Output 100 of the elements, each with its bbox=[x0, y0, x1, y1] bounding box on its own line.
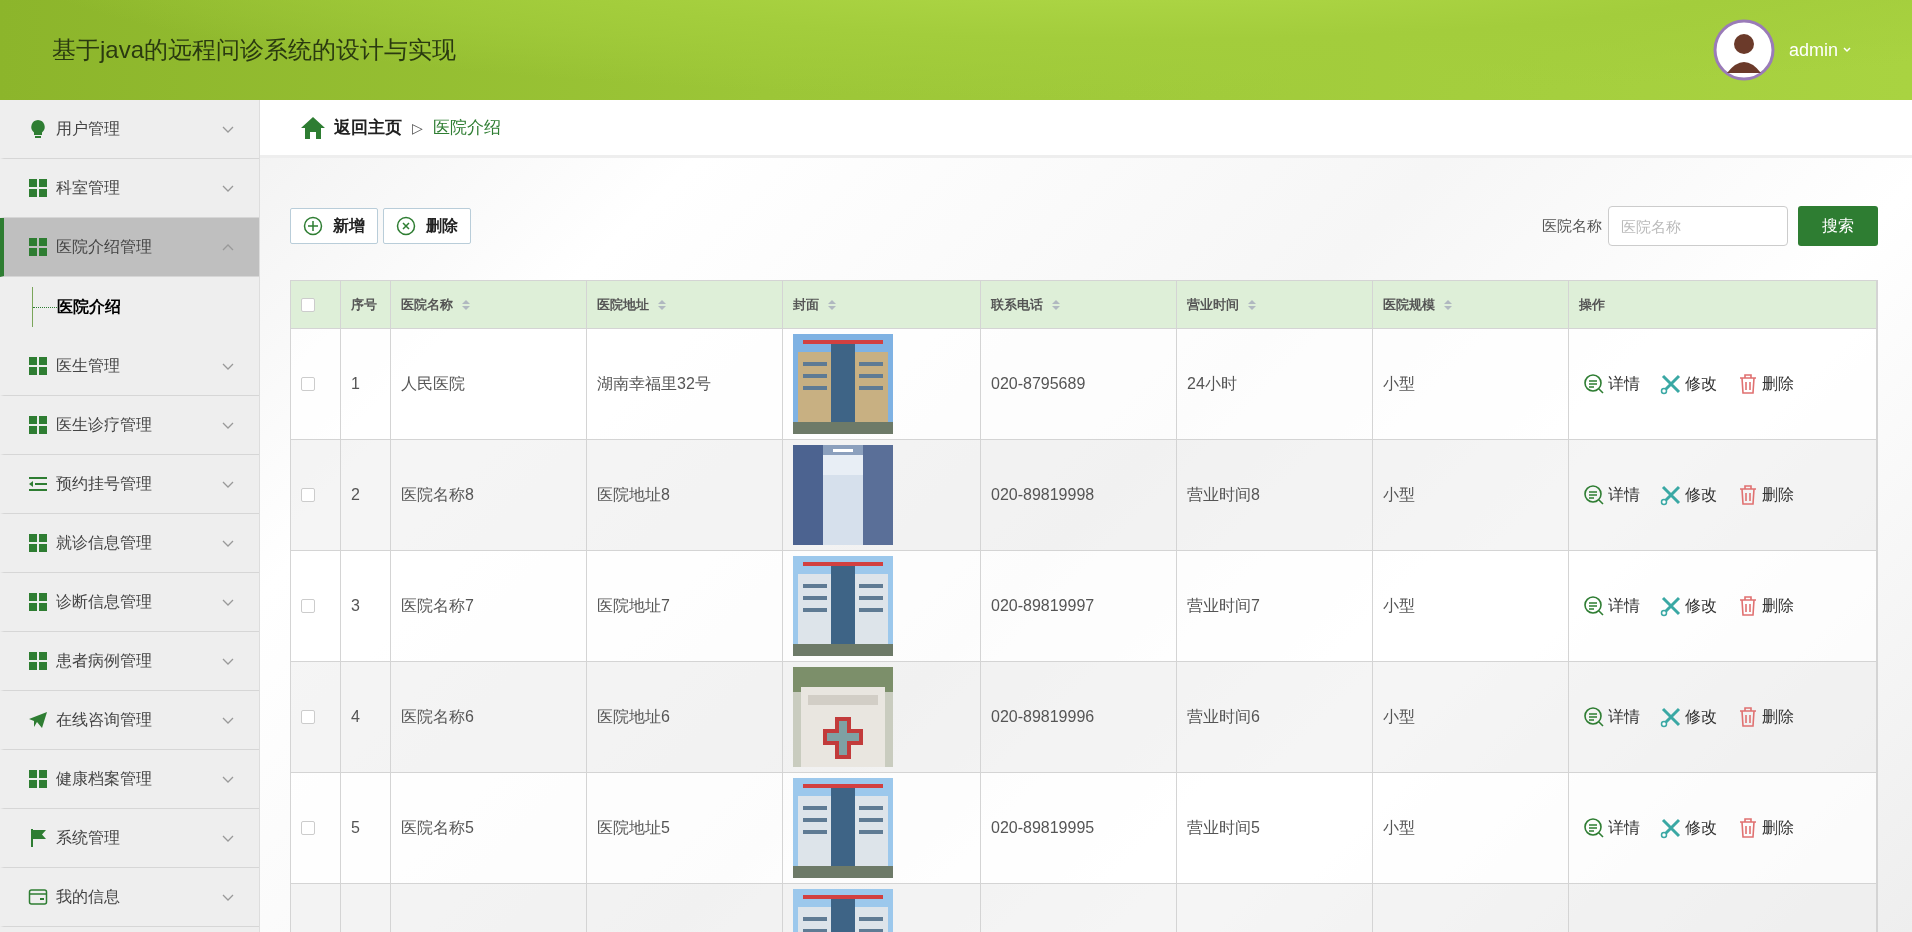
search-field[interactable]: 医院名称 bbox=[1608, 206, 1788, 246]
table-cell: 湖南幸福里32号 bbox=[587, 329, 783, 440]
row-checkbox[interactable] bbox=[301, 599, 315, 613]
add-button[interactable]: 新增 bbox=[290, 208, 378, 244]
submenu-item[interactable]: 医院介绍 bbox=[57, 296, 121, 318]
table-cell: 020-89819997 bbox=[981, 551, 1177, 662]
table-cell: 医院名称7 bbox=[391, 551, 587, 662]
card-icon bbox=[28, 887, 48, 907]
column-header: 医院地址 bbox=[597, 295, 649, 314]
table-cell: 医院名称6 bbox=[391, 662, 587, 773]
column-header: 操作 bbox=[1579, 295, 1605, 314]
plus-circle-icon bbox=[303, 216, 323, 236]
trash-icon bbox=[1737, 817, 1759, 839]
delete-link[interactable]: 删除 bbox=[1737, 484, 1794, 506]
search-list-icon bbox=[1583, 595, 1605, 617]
detail-link[interactable]: 详情 bbox=[1583, 595, 1640, 617]
trash-icon bbox=[1737, 595, 1759, 617]
table-cell: 营业时间5 bbox=[1177, 773, 1373, 884]
grid-icon bbox=[28, 592, 48, 612]
table-cell: 医院地址8 bbox=[587, 440, 783, 551]
home-link[interactable]: 返回主页 bbox=[300, 115, 402, 140]
search-list-icon bbox=[1583, 706, 1605, 728]
edit-link[interactable]: 修改 bbox=[1660, 373, 1717, 395]
table-cell: 医院地址5 bbox=[587, 773, 783, 884]
column-header: 营业时间 bbox=[1187, 295, 1239, 314]
search-list-icon bbox=[1583, 373, 1605, 395]
table-cell: 营业时间7 bbox=[1177, 551, 1373, 662]
edit-link[interactable]: 修改 bbox=[1660, 706, 1717, 728]
grid-icon bbox=[28, 533, 48, 553]
table-cell: 营业时间8 bbox=[1177, 440, 1373, 551]
detail-link[interactable]: 详情 bbox=[1583, 706, 1640, 728]
table-cell: 3 bbox=[341, 551, 391, 662]
table-cell: 小型 bbox=[1373, 551, 1569, 662]
table-cell: 医院地址7 bbox=[587, 551, 783, 662]
sort-icon[interactable] bbox=[657, 298, 667, 311]
trash-icon bbox=[1737, 373, 1759, 395]
grid-icon bbox=[28, 415, 48, 435]
edit-link[interactable]: 修改 bbox=[1660, 484, 1717, 506]
row-checkbox[interactable] bbox=[301, 377, 315, 391]
trash-icon bbox=[1737, 484, 1759, 506]
app-title: 基于java的远程问诊系统的设计与实现 bbox=[52, 35, 457, 65]
breadcrumb-separator: ▷ bbox=[412, 119, 423, 136]
detail-link[interactable]: 详情 bbox=[1583, 817, 1640, 839]
table-cell: 医院地址6 bbox=[587, 662, 783, 773]
table-cell: 2 bbox=[341, 440, 391, 551]
search-list-icon bbox=[1583, 817, 1605, 839]
breadcrumb-current: 医院介绍 bbox=[432, 117, 501, 139]
sort-icon[interactable] bbox=[1051, 298, 1061, 311]
caret-icon bbox=[1842, 45, 1852, 55]
grid-icon bbox=[28, 356, 48, 376]
delete-link[interactable]: 删除 bbox=[1737, 706, 1794, 728]
table-cell: 4 bbox=[341, 662, 391, 773]
search-list-icon bbox=[1583, 484, 1605, 506]
flag-icon bbox=[28, 828, 48, 848]
row-checkbox[interactable] bbox=[301, 488, 315, 502]
trash-icon bbox=[1737, 706, 1759, 728]
search-button[interactable]: 搜索 bbox=[1798, 206, 1878, 246]
table-cell: 小型 bbox=[1373, 440, 1569, 551]
delete-button[interactable]: 删除 bbox=[383, 208, 471, 244]
table-cell: 020-89819998 bbox=[981, 440, 1177, 551]
grid-icon bbox=[28, 769, 48, 789]
home-icon bbox=[300, 115, 326, 140]
sort-icon[interactable] bbox=[461, 298, 471, 311]
table-cell: 人民医院 bbox=[391, 329, 587, 440]
table-cell: 020-89819996 bbox=[981, 662, 1177, 773]
delete-link[interactable]: 删除 bbox=[1737, 817, 1794, 839]
table-cell: 小型 bbox=[1373, 329, 1569, 440]
lightbulb-icon bbox=[28, 119, 48, 139]
sort-icon[interactable] bbox=[827, 298, 837, 311]
delete-link[interactable]: 删除 bbox=[1737, 373, 1794, 395]
row-checkbox[interactable] bbox=[301, 821, 315, 835]
grid-icon bbox=[28, 237, 48, 257]
grid-icon bbox=[28, 178, 48, 198]
sort-icon[interactable] bbox=[1247, 298, 1257, 311]
search-label: 医院名称 bbox=[1542, 216, 1602, 236]
edit-link[interactable]: 修改 bbox=[1660, 817, 1717, 839]
column-header: 医院规模 bbox=[1383, 295, 1435, 314]
table-cell: 5 bbox=[341, 773, 391, 884]
edit-link[interactable]: 修改 bbox=[1660, 595, 1717, 617]
close-circle-icon bbox=[396, 216, 416, 236]
detail-link[interactable]: 详情 bbox=[1583, 484, 1640, 506]
delete-link[interactable]: 删除 bbox=[1737, 595, 1794, 617]
paper-plane-icon bbox=[28, 710, 48, 730]
avatar[interactable] bbox=[1712, 19, 1775, 81]
row-checkbox[interactable] bbox=[301, 710, 315, 724]
sort-icon[interactable] bbox=[1443, 298, 1453, 311]
table-cell: 小型 bbox=[1373, 662, 1569, 773]
select-all-checkbox[interactable] bbox=[301, 297, 315, 312]
table-cell: 医院名称8 bbox=[391, 440, 587, 551]
column-header: 封面 bbox=[793, 295, 819, 314]
table-cell: 医院名称5 bbox=[391, 773, 587, 884]
table-cell: 营业时间6 bbox=[1177, 662, 1373, 773]
table-cell: 24小时 bbox=[1177, 329, 1373, 440]
column-header: 医院名称 bbox=[401, 295, 453, 314]
list-icon bbox=[28, 474, 48, 494]
column-header: 序号 bbox=[351, 295, 377, 314]
sidebar-item[interactable]: 医院介绍管理 bbox=[0, 218, 259, 277]
detail-link[interactable]: 详情 bbox=[1583, 373, 1640, 395]
table-cell: 020-89819995 bbox=[981, 773, 1177, 884]
table-cell: 1 bbox=[341, 329, 391, 440]
